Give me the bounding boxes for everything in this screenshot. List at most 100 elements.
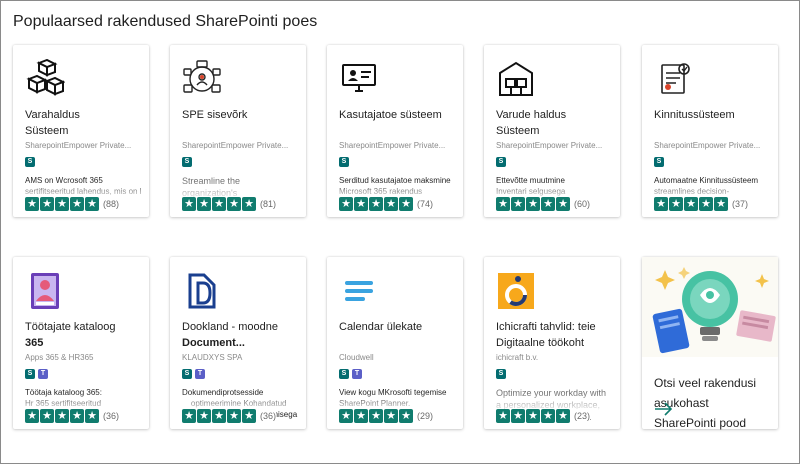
app-title[interactable]: SPE sisevõrk xyxy=(182,107,298,123)
star-icon: ★ xyxy=(242,409,256,423)
app-card[interactable]: Dookland - moodne Document... KLAUDXYS SPA… xyxy=(170,257,306,429)
sharepoint-icon: S xyxy=(654,157,664,167)
app-title[interactable]: Kinnitussüsteem xyxy=(654,107,770,123)
star-rating: ★ ★ ★ ★ ★ (81) xyxy=(182,197,277,211)
star-icon: ★ xyxy=(85,197,99,211)
star-icon: ★ xyxy=(699,197,713,211)
star-icon: ★ xyxy=(55,197,69,211)
review-count: (88) xyxy=(103,199,120,209)
star-icon: ★ xyxy=(399,197,413,211)
star-icon: ★ xyxy=(714,197,728,211)
teams-icon: T xyxy=(195,369,205,379)
star-icon: ★ xyxy=(339,197,353,211)
lightbulb-illustration-icon xyxy=(642,257,778,357)
app-title-line: Kinnitussüsteem xyxy=(654,109,735,121)
star-icon: ★ xyxy=(197,409,211,423)
star-icon: ★ xyxy=(354,197,368,211)
review-count: (36) xyxy=(103,411,120,421)
app-card[interactable]: Varahaldus Süsteem SharepointEmpower Priva… xyxy=(13,45,149,217)
app-title[interactable]: Varude haldus Süsteem xyxy=(496,107,612,139)
dookland-logo-icon xyxy=(182,271,222,311)
app-platform-badges: S xyxy=(339,157,349,169)
star-icon: ★ xyxy=(541,409,555,423)
app-title[interactable]: Töötajate kataloog 365 xyxy=(25,319,141,351)
star-icon: ★ xyxy=(339,409,353,423)
arrow-right-icon[interactable] xyxy=(654,401,674,417)
app-title-line: Varahaldus xyxy=(25,109,80,121)
app-card[interactable]: SPE sisevõrk SharepointEmpower Private...… xyxy=(170,45,306,217)
star-icon: ★ xyxy=(70,409,84,423)
star-icon: ★ xyxy=(526,409,540,423)
app-card[interactable]: Varude haldus Süsteem SharepointEmpower Pr… xyxy=(484,45,620,217)
teams-icon: T xyxy=(38,369,48,379)
star-rating: ★ ★ ★ ★ ★ (29) xyxy=(339,409,434,423)
star-icon: ★ xyxy=(541,197,555,211)
star-icon: ★ xyxy=(556,409,570,423)
app-platform-badges: S xyxy=(654,157,664,169)
app-platform-badges: S xyxy=(25,157,35,169)
app-description-line: streamlines decision- xyxy=(654,187,730,196)
app-title[interactable]: Calendar ülekate xyxy=(339,319,455,335)
star-icon: ★ xyxy=(384,197,398,211)
app-publisher: SharepointEmpower Private... xyxy=(25,141,132,150)
app-publisher: SharepointEmpower Private... xyxy=(654,141,761,150)
app-title[interactable]: Ichicrafti tahvlid: teie Digitaalne tööko… xyxy=(496,319,612,351)
sharepoint-icon: S xyxy=(182,369,192,379)
star-icon: ★ xyxy=(55,409,69,423)
app-card[interactable]: Kinnitussüsteem SharepointEmpower Private… xyxy=(642,45,778,217)
review-count: (29) xyxy=(417,411,434,421)
app-title[interactable]: Dookland - moodne Document... xyxy=(182,319,298,351)
app-platform-badges: S xyxy=(496,157,506,169)
star-icon: ★ xyxy=(669,197,683,211)
review-count: (23) xyxy=(574,411,591,421)
sharepoint-icon: S xyxy=(25,157,35,167)
store-panel: Populaarsed rakendused SharePointi poes … xyxy=(0,0,800,464)
app-title[interactable]: Kasutajatoe süsteem xyxy=(339,107,455,123)
star-icon: ★ xyxy=(182,197,196,211)
star-icon: ★ xyxy=(384,409,398,423)
sharepoint-icon: S xyxy=(182,157,192,167)
sharepoint-icon: S xyxy=(339,369,349,379)
star-rating: ★ ★ ★ ★ ★ (23) xyxy=(496,409,591,423)
review-count: (36) xyxy=(260,411,277,421)
app-publisher: SharepointEmpower Private... xyxy=(496,141,603,150)
star-icon: ★ xyxy=(40,409,54,423)
star-icon: ★ xyxy=(25,197,39,211)
star-rating: ★ ★ ★ ★ ★ (88) xyxy=(25,197,120,211)
app-title-line: Ichicrafti tahvlid: teie xyxy=(496,321,596,333)
app-publisher: KLAUDXYS SPA xyxy=(182,353,243,362)
app-card[interactable]: Calendar ülekate Cloudwell S T View kogu MKr… xyxy=(327,257,463,429)
app-description-line: Serditud kasutajatoe maksmine xyxy=(339,176,451,185)
app-description-line: Töötaja kataloog 365: xyxy=(25,388,102,397)
star-icon: ★ xyxy=(70,197,84,211)
teams-icon: T xyxy=(352,369,362,379)
star-icon: ★ xyxy=(369,409,383,423)
star-icon: ★ xyxy=(369,197,383,211)
app-platform-badges: S xyxy=(496,369,506,381)
review-count: (37) xyxy=(732,199,749,209)
star-icon: ★ xyxy=(40,197,54,211)
app-card[interactable]: Kasutajatoe süsteem SharepointEmpower Pri… xyxy=(327,45,463,217)
app-platform-badges: ST xyxy=(182,369,205,381)
star-rating: ★ ★ ★ ★ ★ (37) xyxy=(654,197,749,211)
review-count: (60) xyxy=(574,199,591,209)
app-description-line: Inventari selgusega xyxy=(496,187,566,196)
star-icon: ★ xyxy=(496,409,510,423)
network-users-icon xyxy=(182,59,222,99)
star-rating: ★ ★ ★ ★ ★ (60) xyxy=(496,197,591,211)
star-icon: ★ xyxy=(227,197,241,211)
app-card[interactable]: Töötajate kataloog 365 Apps 365 & HR365 S T T… xyxy=(13,257,149,429)
more-apps-card[interactable]: Otsi veel rakendusi asukohast SharePoint… xyxy=(642,257,778,430)
app-title-line: Töötajate kataloog xyxy=(25,321,116,333)
app-title-line: Süsteem xyxy=(25,125,69,137)
app-title-line: Document... xyxy=(182,337,245,349)
app-title-line: Süsteem xyxy=(496,125,540,137)
calendar-lines-icon xyxy=(339,271,379,311)
app-publisher: SharepointEmpower Private... xyxy=(182,141,289,150)
app-publisher: Cloudwell xyxy=(339,353,374,362)
app-card[interactable]: Ichicrafti tahvlid: teie Digitaalne tööko… xyxy=(484,257,620,429)
star-icon: ★ xyxy=(25,409,39,423)
app-title[interactable]: Varahaldus Süsteem xyxy=(25,107,141,139)
star-icon: ★ xyxy=(242,197,256,211)
app-description-line: AMS on Wcrosoft 365 xyxy=(25,176,103,185)
